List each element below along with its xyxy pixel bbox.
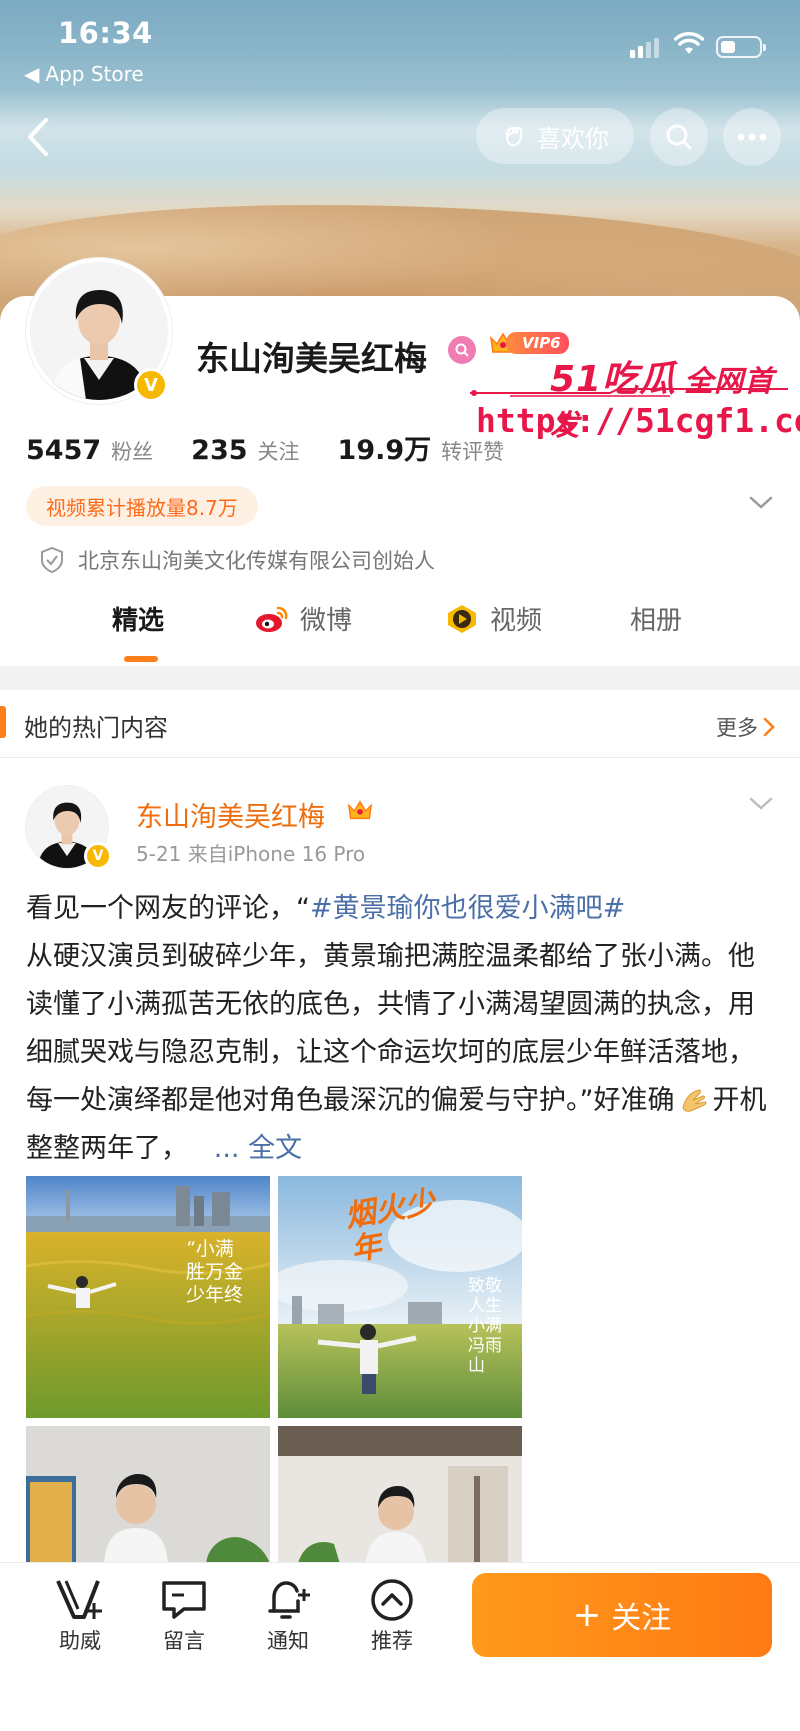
back-triangle-icon: ◀ bbox=[24, 62, 40, 86]
image-1-caption: “小满胜万金 少年终 bbox=[186, 1238, 244, 1306]
post-text[interactable]: 看见一个网友的评论，“#黄景瑜你也很爱小满吧# 从硬汉演员到破碎少年，黄景瑜把满腔… bbox=[26, 885, 778, 1173]
chevron-down-icon[interactable] bbox=[748, 495, 774, 511]
image-2-caption: 致敬人生小满 冯雨山 bbox=[468, 1276, 502, 1376]
back-arrow-icon[interactable] bbox=[18, 112, 58, 162]
recommend-up-icon bbox=[371, 1579, 413, 1621]
post-hashtag[interactable]: #黄景瑜你也很爱小满吧# bbox=[310, 893, 625, 924]
fist-icon bbox=[505, 126, 523, 147]
pinch-hand-emoji bbox=[679, 1082, 709, 1112]
search-button[interactable] bbox=[650, 108, 708, 166]
tab-weibo[interactable]: 微博 bbox=[254, 600, 352, 637]
post-image-3[interactable] bbox=[26, 1426, 270, 1564]
weibo-icon bbox=[256, 606, 288, 632]
shield-icon bbox=[41, 546, 63, 574]
bottom-action-bar: 助威 留言 通知 推荐 + 关注 bbox=[0, 1562, 800, 1731]
status-time: 16:34 bbox=[58, 16, 153, 50]
post-verified-badge-icon: V bbox=[84, 842, 112, 870]
following-count[interactable]: 235 bbox=[191, 435, 247, 466]
post-author-name[interactable]: 东山洵美吴红梅 bbox=[136, 795, 325, 834]
following-label[interactable]: 关注 bbox=[258, 436, 300, 466]
tab-video[interactable]: 视频 bbox=[444, 600, 542, 637]
section-divider bbox=[0, 666, 800, 690]
vip-crown-icon bbox=[347, 800, 373, 820]
likes-label: 转评赞 bbox=[441, 440, 505, 464]
search-icon bbox=[666, 124, 692, 150]
likes-count: 19.9万 bbox=[337, 435, 432, 466]
post-image-2[interactable]: 烟火少年 致敬人生小满 冯雨山 bbox=[278, 1176, 522, 1418]
recommend-button[interactable]: 推荐 bbox=[352, 1577, 432, 1655]
like-you-label: 喜欢你 bbox=[537, 124, 609, 153]
followers-count[interactable]: 5457 bbox=[26, 435, 101, 466]
video-play-icon bbox=[448, 604, 476, 633]
followers-label[interactable]: 粉丝 bbox=[111, 436, 153, 466]
post-options-chevron-icon[interactable] bbox=[748, 796, 774, 812]
message-button[interactable]: 留言 bbox=[144, 1577, 224, 1655]
tab-album[interactable]: 相册 bbox=[630, 600, 682, 637]
profile-certification: 北京东山洵美文化传媒有限公司创始人 bbox=[40, 545, 435, 575]
more-options-button[interactable] bbox=[723, 108, 781, 166]
post-meta: 5-21 来自iPhone 16 Pro bbox=[136, 842, 366, 866]
cheer-button[interactable]: 助威 bbox=[40, 1577, 120, 1655]
like-you-button[interactable]: 喜欢你 bbox=[476, 108, 634, 164]
watermark-circuit-line bbox=[470, 388, 788, 397]
tab-featured[interactable]: 精选 bbox=[112, 600, 164, 637]
battery-icon bbox=[716, 36, 766, 58]
read-more-link[interactable]: ... 全文 bbox=[214, 1133, 302, 1164]
back-app-label: App Store bbox=[45, 62, 144, 86]
section-accent-bar bbox=[0, 706, 6, 738]
hot-content-header: 她的热门内容 更多 bbox=[0, 690, 800, 758]
profile-name: 东山洵美吴红梅 bbox=[196, 339, 427, 378]
message-bubble-icon bbox=[162, 1581, 206, 1619]
cheer-v-plus-icon bbox=[56, 1580, 102, 1619]
active-tab-indicator bbox=[124, 656, 158, 662]
signal-icon bbox=[630, 38, 659, 58]
plus-icon: + bbox=[572, 1595, 602, 1635]
gender-female-icon bbox=[448, 336, 476, 364]
status-bar: 16:34 ◀ App Store bbox=[0, 0, 800, 90]
follow-button[interactable]: + 关注 bbox=[472, 1573, 772, 1657]
bell-plus-icon bbox=[268, 1581, 310, 1619]
chevron-right-icon bbox=[763, 717, 775, 737]
ellipsis-icon bbox=[737, 133, 767, 141]
section-title: 她的热门内容 bbox=[24, 714, 168, 742]
notify-button[interactable]: 通知 bbox=[248, 1577, 328, 1655]
profile-stats: 5457 粉丝 235 关注 19.9万 转评赞 bbox=[26, 428, 542, 467]
profile-tabs: 精选 微博 视频 相册 bbox=[0, 600, 800, 666]
back-to-app-link[interactable]: ◀ App Store bbox=[24, 62, 144, 86]
post-image-1[interactable]: “小满胜万金 少年终 bbox=[26, 1176, 270, 1418]
follow-label: 关注 bbox=[611, 1601, 672, 1636]
more-link[interactable]: 更多 bbox=[716, 712, 776, 742]
wifi-icon bbox=[674, 32, 704, 54]
video-play-count-tag[interactable]: 视频累计播放量8.7万 bbox=[26, 486, 258, 526]
post-image-4[interactable] bbox=[278, 1426, 522, 1564]
verified-badge-icon: V bbox=[134, 368, 168, 402]
company-label: 北京东山洵美文化传媒有限公司创始人 bbox=[78, 549, 435, 573]
